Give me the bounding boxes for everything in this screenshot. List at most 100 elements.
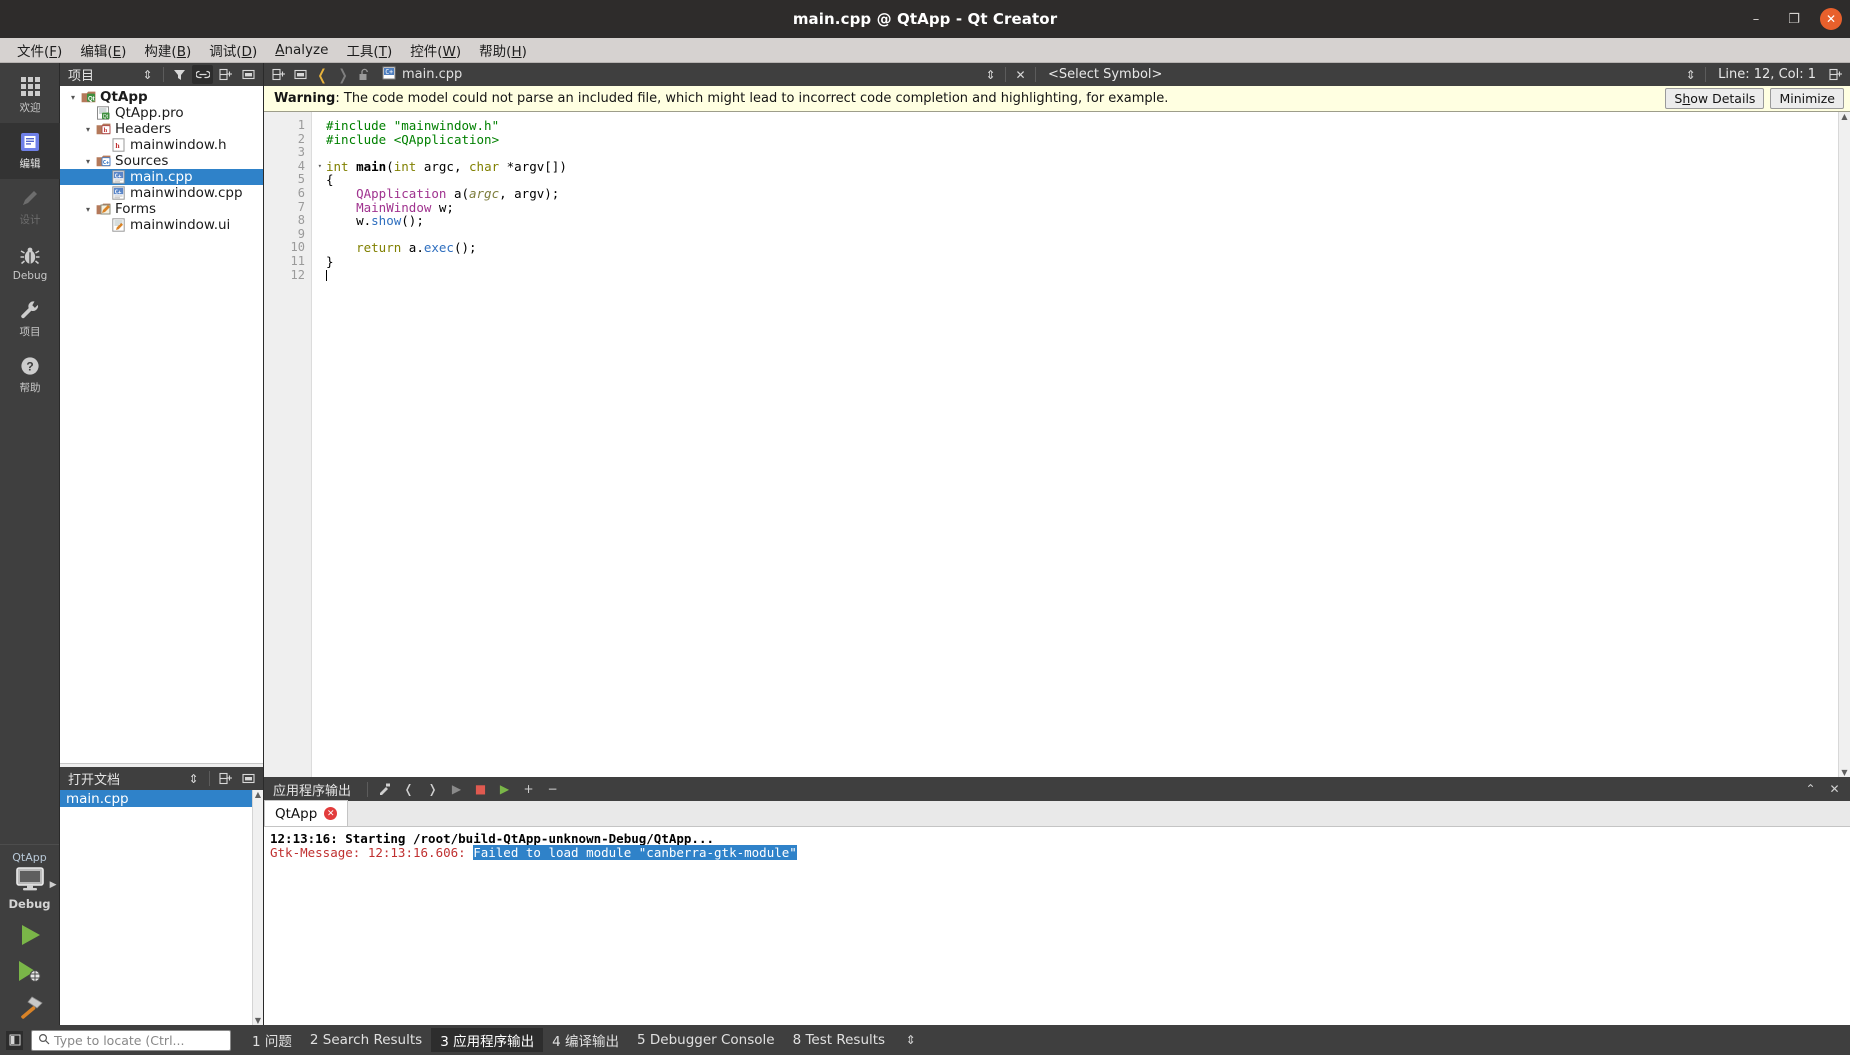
close-icon[interactable]: ✕	[1820, 8, 1842, 30]
open-document-item[interactable]: main.cpp	[60, 790, 263, 807]
output-tab-qtapp[interactable]: QtApp ✕	[264, 800, 349, 826]
open-documents-list[interactable]: main.cpp ▲ ▼	[60, 790, 263, 1025]
tree-item-label: Headers	[115, 121, 172, 137]
next-item-icon[interactable]: ❭	[422, 779, 443, 799]
mode-欢迎[interactable]: 欢迎	[0, 67, 60, 123]
scroll-up-icon[interactable]: ▲	[1841, 112, 1847, 121]
tree-item-mainwindow.cpp[interactable]: C+ mainwindow.cpp	[60, 185, 263, 201]
menu-item-0[interactable]: 文件(F)	[8, 38, 71, 62]
close-split-icon[interactable]	[290, 65, 311, 84]
open-documents-scrollbar[interactable]: ▲ ▼	[252, 790, 263, 1025]
svg-text:C+: C+	[115, 173, 122, 179]
fold-arrow-icon[interactable]: ▾	[311, 160, 322, 174]
menu-item-6[interactable]: 控件(W)	[401, 38, 470, 62]
mode-帮助[interactable]: ? 帮助	[0, 347, 60, 403]
scroll-up-icon[interactable]: ▲	[255, 790, 261, 799]
file-dropdown-icon[interactable]: ⇕	[980, 65, 1001, 84]
stop-process-icon[interactable]: ✕	[324, 807, 338, 820]
line-number: 7	[297, 199, 305, 214]
output-tab-Search Results[interactable]: 2 Search Results	[301, 1030, 431, 1050]
code-token: argc	[469, 185, 500, 201]
minimize-warning-button[interactable]: Minimize	[1770, 88, 1844, 109]
close-dock-icon[interactable]	[238, 65, 259, 84]
toggle-sidebar-icon[interactable]	[6, 1030, 23, 1050]
output-tab-Test Results[interactable]: 8 Test Results	[784, 1030, 895, 1050]
output-tab-编译输出[interactable]: 4 编译输出	[543, 1028, 628, 1052]
show-details-button[interactable]: Show Details	[1665, 88, 1765, 109]
mode-项目[interactable]: 项目	[0, 291, 60, 347]
minimize-icon[interactable]: –	[1744, 7, 1768, 31]
expand-arrow-icon[interactable]: ▾	[81, 125, 95, 134]
symbol-dropdown-icon[interactable]: ⇕	[1680, 65, 1701, 84]
maximize-output-icon[interactable]: ⌃	[1800, 779, 1821, 799]
tree-item-Sources[interactable]: ▾ C+ Sources	[60, 153, 263, 169]
code-text-area[interactable]: #include "mainwindow.h" #include <QApplic…	[312, 112, 1850, 777]
menu-item-2[interactable]: 构建(B)	[135, 38, 200, 62]
locator-input[interactable]: Type to locate (Ctrl...	[31, 1029, 231, 1051]
sort-icon[interactable]: ⇕	[183, 769, 204, 788]
code-editor[interactable]: 1 2 3 4 ▾ 5 6 7 8 9 10 11 12 #include "mainwindow.h"…	[264, 112, 1850, 777]
output-tab-问题[interactable]: 1 问题	[243, 1028, 301, 1052]
expand-arrow-icon[interactable]: ▾	[66, 93, 80, 102]
run-icon[interactable]: ▶	[446, 779, 467, 799]
tree-item-mainwindow.ui[interactable]: mainwindow.ui	[60, 217, 263, 233]
split-icon[interactable]	[215, 65, 236, 84]
stop-icon[interactable]: ■	[470, 779, 491, 799]
scroll-down-icon[interactable]: ▼	[255, 1016, 261, 1025]
expand-arrow-icon[interactable]: ▾	[81, 157, 95, 166]
symbol-selector[interactable]: <Select Symbol>	[1040, 67, 1162, 82]
tree-item-label: Sources	[115, 153, 169, 169]
close-dock-icon[interactable]	[238, 769, 259, 788]
close-file-icon[interactable]: ✕	[1010, 65, 1031, 84]
split-icon[interactable]	[215, 769, 236, 788]
more-panes-icon[interactable]: ⇕	[900, 1031, 921, 1050]
output-tab-Debugger Console[interactable]: 5 Debugger Console	[628, 1030, 784, 1050]
split-editor-icon[interactable]	[1825, 65, 1846, 84]
close-output-icon[interactable]: ✕	[1824, 779, 1845, 799]
split-icon[interactable]	[268, 65, 289, 84]
start-debugging-button[interactable]	[0, 953, 60, 989]
tree-item-Forms[interactable]: ▾ Forms	[60, 201, 263, 217]
go-back-icon[interactable]: ❬	[312, 66, 332, 84]
menu-item-5[interactable]: 工具(T)	[337, 38, 401, 62]
mode-编辑[interactable]: 编辑	[0, 123, 60, 179]
code-line: #include <QApplication>	[326, 132, 1850, 147]
headers-folder-icon: h	[95, 122, 112, 136]
mode-Debug[interactable]: Debug	[0, 235, 60, 291]
filter-sort-icon[interactable]: ⇕	[137, 65, 158, 84]
svg-text:h: h	[104, 127, 108, 134]
prev-item-icon[interactable]: ❬	[398, 779, 419, 799]
menu-item-1[interactable]: 编辑(E)	[71, 38, 135, 62]
scroll-down-icon[interactable]: ▼	[1841, 768, 1847, 777]
menu-item-3[interactable]: 调试(D)	[200, 38, 266, 62]
zoom-in-icon[interactable]: +	[518, 779, 539, 799]
project-tree[interactable]: ▾ Qt QtApp Qt QtApp.pro ▾ h Headers h mainwindow.…	[60, 86, 263, 763]
tree-item-mainwindow.h[interactable]: h mainwindow.h	[60, 137, 263, 153]
tree-item-Headers[interactable]: ▾ h Headers	[60, 121, 263, 137]
tree-item-QtApp[interactable]: ▾ Qt QtApp	[60, 89, 263, 105]
build-button[interactable]	[0, 989, 60, 1025]
run-button[interactable]	[0, 917, 60, 953]
menu-item-4[interactable]: Analyze	[266, 40, 337, 60]
current-file-chip[interactable]: C+ main.cpp	[376, 66, 462, 84]
attach-debugger-icon[interactable]: ▶	[494, 779, 515, 799]
output-pane-header: 应用程序输出 ❬ ❭ ▶ ■ ▶ + − ⌃ ✕	[264, 777, 1850, 801]
expand-arrow-icon[interactable]: ▾	[81, 205, 95, 214]
go-forward-icon[interactable]: ❭	[333, 66, 353, 84]
filter-icon[interactable]	[169, 65, 190, 84]
output-text[interactable]: 12:13:16: Starting /root/build-QtApp-unk…	[264, 827, 1850, 1025]
tree-item-label: QtApp.pro	[115, 105, 184, 121]
lock-open-icon[interactable]	[354, 65, 375, 84]
zoom-out-icon[interactable]: −	[542, 779, 563, 799]
editor-scrollbar[interactable]: ▲ ▼	[1838, 112, 1850, 777]
filter-output-icon[interactable]	[374, 779, 395, 799]
link-with-editor-icon[interactable]	[192, 65, 213, 84]
tree-item-main.cpp[interactable]: C+ main.cpp	[60, 169, 263, 185]
kit-selector[interactable]: QtApp ▶ Debug	[0, 844, 59, 917]
tree-item-QtApp.pro[interactable]: Qt QtApp.pro	[60, 105, 263, 121]
menu-item-7[interactable]: 帮助(H)	[470, 38, 536, 62]
maximize-icon[interactable]: ❐	[1782, 7, 1806, 31]
line-column-indicator[interactable]: Line: 12, Col: 1	[1710, 67, 1824, 82]
output-tab-应用程序输出[interactable]: 3 应用程序输出	[431, 1028, 544, 1052]
